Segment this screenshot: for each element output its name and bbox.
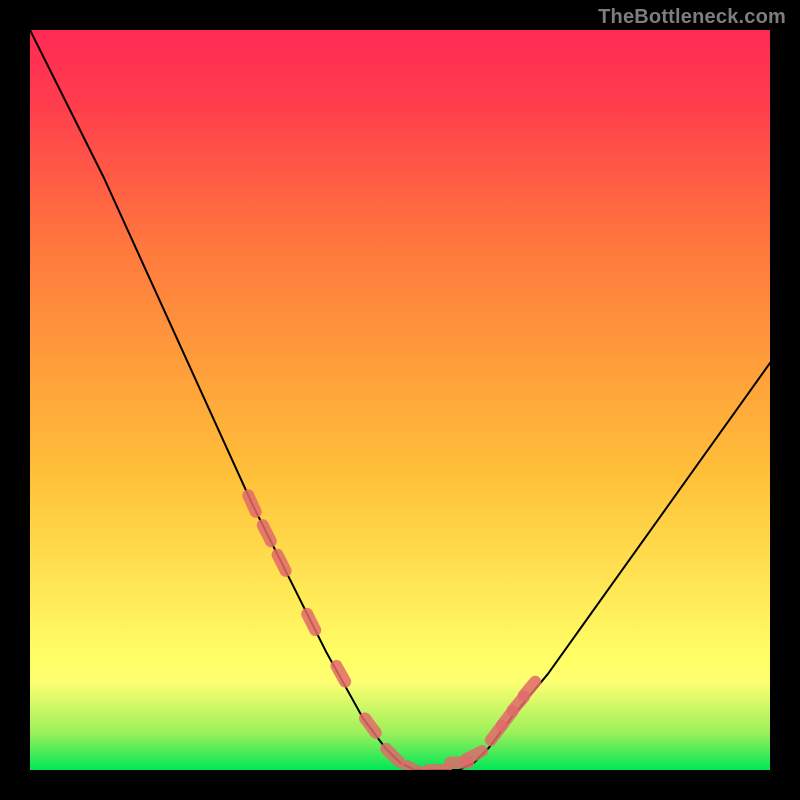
watermark-label: TheBottleneck.com: [598, 6, 786, 29]
chart-canvas: [30, 30, 770, 770]
gradient-background: [30, 30, 770, 770]
plot-area: [30, 30, 770, 770]
chart-frame: TheBottleneck.com: [0, 0, 800, 800]
